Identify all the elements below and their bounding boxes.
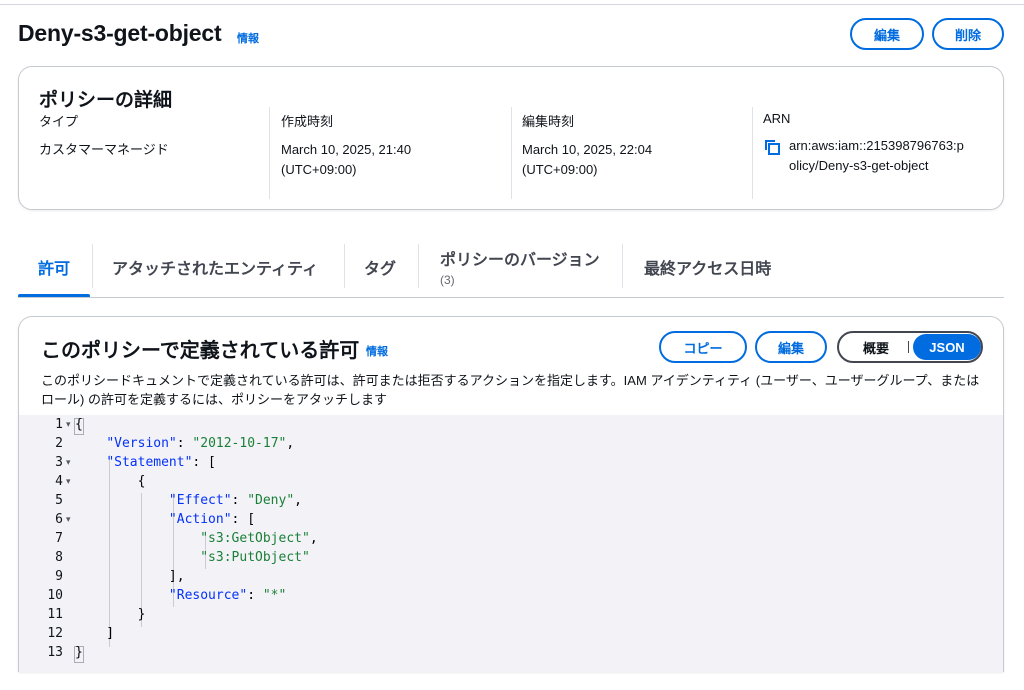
delete-policy-button[interactable]: 削除 — [932, 18, 1004, 50]
tab-policy-versions-count: (3) — [440, 273, 455, 287]
page-header: Deny-s3-get-object 情報 編集 削除 — [18, 18, 1008, 54]
tab-divider — [418, 244, 419, 288]
type-value: カスタマーマネージド — [39, 142, 169, 157]
type-column: タイプ カスタマーマネージド — [39, 111, 259, 199]
tab-tags[interactable]: タグ — [364, 236, 396, 297]
code-line: ] — [75, 626, 115, 641]
edited-date: March 10, 2025, 22:04 — [522, 142, 653, 157]
policy-details-heading: ポリシーの詳細 — [39, 90, 173, 111]
arn-value-line1: arn:aws:iam::215398796763:p — [789, 138, 964, 153]
title-info-link[interactable]: 情報 — [237, 30, 259, 46]
line-number: 2 — [55, 436, 63, 451]
line-number: 11 — [47, 607, 63, 622]
fold-arrow-icon[interactable]: ▾ — [66, 515, 71, 525]
line-number: 4 — [55, 474, 63, 489]
code-line: "s3:PutObject" — [200, 550, 310, 565]
tab-last-accessed-label: 最終アクセス日時 — [644, 260, 772, 278]
tab-policy-versions[interactable]: ポリシーのバージョン (3) — [440, 236, 600, 297]
tab-policy-versions-label: ポリシーのバージョン — [440, 252, 600, 269]
policy-tabs: 許可 アタッチされたエンティティ タグ ポリシーのバージョン (3) 最終アクセ… — [18, 236, 1004, 298]
permissions-heading: このポリシーで定義されている許可 — [41, 340, 360, 362]
tabs-divider — [18, 297, 1004, 298]
edit-permissions-button[interactable]: 編集 — [755, 331, 827, 363]
permissions-card: このポリシーで定義されている許可 情報 コピー 編集 概要 JSON このポリシ… — [18, 316, 1004, 672]
permissions-description: このポリシードキュメントで定義されている許可は、許可または拒否するアクションを指… — [41, 373, 980, 407]
code-line: { — [75, 417, 83, 432]
tab-divider — [344, 244, 345, 288]
tab-attached-entities-label: アタッチされたエンティティ — [112, 260, 319, 278]
fold-arrow-icon[interactable]: ▾ — [66, 477, 71, 487]
copy-icon[interactable] — [763, 138, 781, 156]
arn-label: ARN — [763, 111, 791, 126]
top-divider — [0, 4, 1024, 5]
arn-column: ARN arn:aws:iam::215398796763:p olicy/De… — [763, 111, 995, 199]
line-number: 1 — [55, 417, 63, 432]
code-line: "Action": [ — [168, 512, 256, 527]
column-divider — [269, 107, 270, 199]
created-label: 作成時刻 — [281, 114, 334, 129]
edit-policy-button[interactable]: 編集 — [850, 18, 924, 50]
toggle-divider — [908, 341, 909, 353]
tab-last-accessed[interactable]: 最終アクセス日時 — [644, 236, 771, 297]
line-number: 9 — [55, 569, 63, 584]
line-number: 6 — [55, 512, 63, 527]
line-number: 8 — [55, 550, 63, 565]
view-json-option[interactable]: JSON — [913, 334, 981, 360]
permissions-info-link[interactable]: 情報 — [366, 343, 388, 359]
arn-value-line2: olicy/Deny-s3-get-object — [789, 158, 929, 173]
tab-divider — [92, 244, 93, 288]
fold-arrow-icon[interactable]: ▾ — [66, 458, 71, 468]
code-line: } — [75, 607, 146, 622]
json-editor[interactable]: 1 2 3 4 5 6 7 8 9 10 11 12 13 ▾ ▾ ▾ ▾ { … — [19, 415, 1003, 672]
code-line: "Effect": "Deny", — [168, 493, 302, 508]
code-line: } — [75, 645, 83, 660]
line-number: 12 — [47, 626, 63, 641]
code-line: "Version": "2012-10-17", — [106, 436, 295, 451]
fold-arrow-icon[interactable]: ▾ — [66, 420, 71, 430]
line-number: 7 — [55, 531, 63, 546]
tab-permissions-label: 許可 — [37, 260, 70, 278]
line-number: 3 — [55, 455, 63, 470]
line-number: 5 — [55, 493, 63, 508]
code-line: "Resource": "*" — [168, 588, 287, 603]
line-number: 10 — [47, 588, 63, 603]
tab-permissions[interactable]: 許可 — [18, 236, 90, 298]
edited-timezone: (UTC+09:00) — [522, 162, 598, 177]
code-line: ], — [75, 569, 185, 584]
line-number: 13 — [47, 645, 63, 660]
code-line: "Statement": [ — [106, 455, 216, 470]
created-date: March 10, 2025, 21:40 — [281, 142, 412, 157]
created-timezone: (UTC+09:00) — [281, 162, 357, 177]
tab-tags-label: タグ — [364, 260, 397, 278]
type-label: タイプ — [39, 114, 79, 129]
tab-attached-entities[interactable]: アタッチされたエンティティ — [112, 236, 318, 297]
code-line: { — [75, 474, 146, 489]
column-divider — [752, 107, 753, 199]
view-mode-toggle: 概要 JSON — [837, 331, 983, 363]
created-column: 作成時刻 March 10, 2025, 21:40 (UTC+09:00) — [281, 111, 501, 199]
code-line: "s3:GetObject", — [200, 531, 318, 546]
column-divider — [511, 107, 512, 199]
edited-label: 編集時刻 — [522, 114, 575, 129]
edited-column: 編集時刻 March 10, 2025, 22:04 (UTC+09:00) — [522, 111, 742, 199]
policy-details-card: ポリシーの詳細 タイプ カスタマーマネージド 作成時刻 March 10, 20… — [18, 66, 1004, 210]
view-overview-option[interactable]: 概要 — [849, 333, 903, 361]
page-title: Deny-s3-get-object — [18, 20, 222, 46]
copy-button[interactable]: コピー — [659, 331, 747, 363]
tab-divider — [622, 244, 623, 288]
